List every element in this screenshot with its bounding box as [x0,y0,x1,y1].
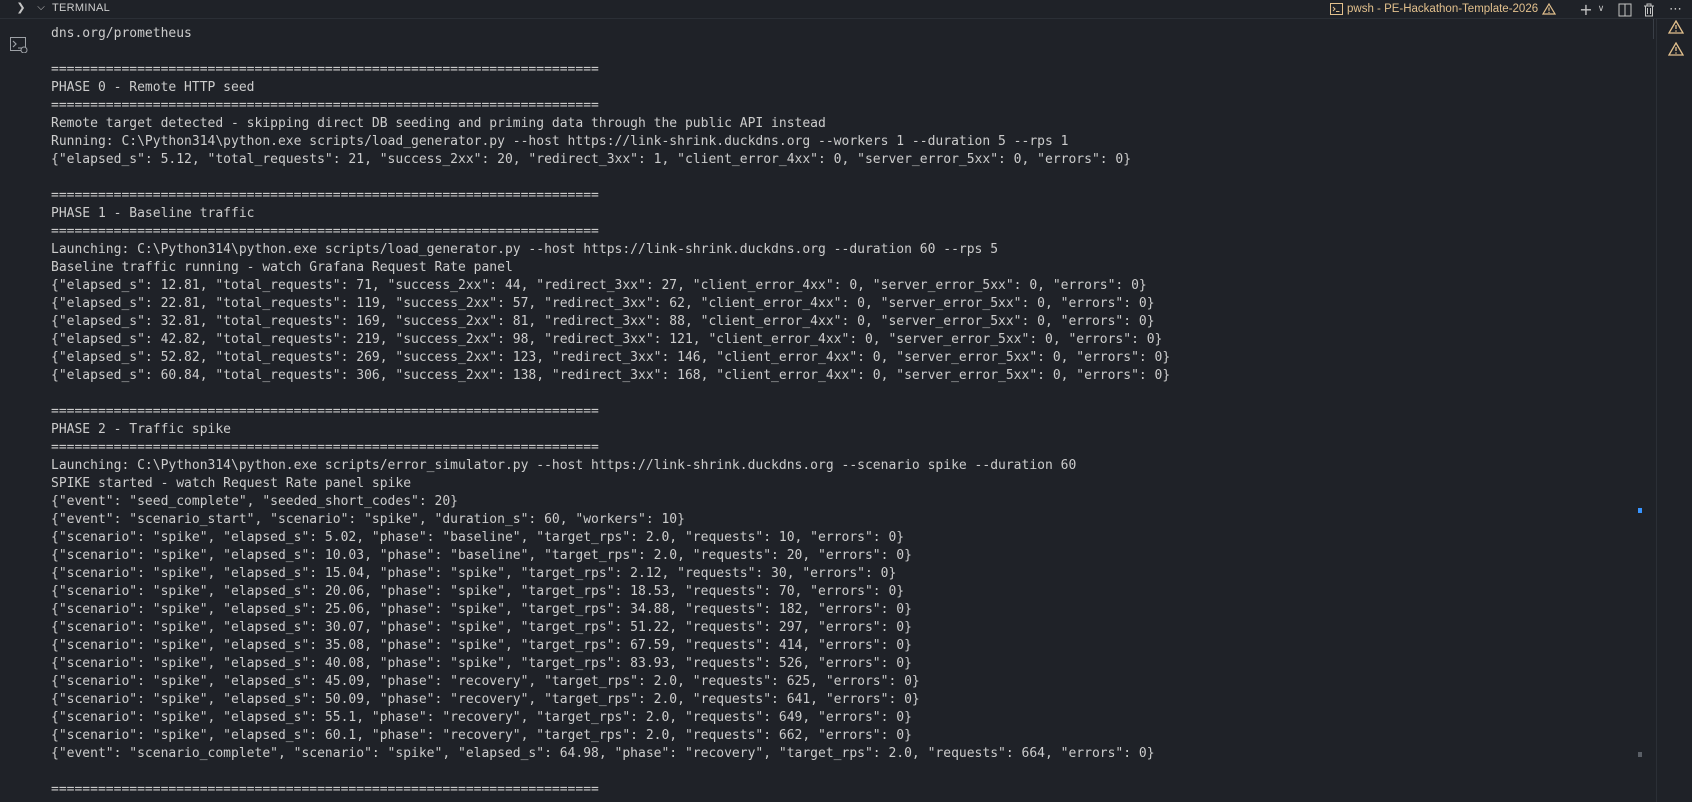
terminal-line: ========================================… [51,782,599,797]
terminal-line: PHASE 0 - Remote HTTP seed [51,80,255,95]
terminal-line: {"event": "scenario_start", "scenario": … [51,512,685,527]
terminal-line: {"elapsed_s": 60.84, "total_requests": 3… [51,368,1171,383]
terminal-line: Baseline traffic running - watch Grafana… [51,260,513,275]
panel-title[interactable]: TERMINAL [52,1,110,15]
terminal-line: ========================================… [51,440,599,455]
scrollbar-thumb[interactable] [1653,19,1654,39]
terminal-line: {"elapsed_s": 22.81, "total_requests": 1… [51,296,1155,311]
terminal-line: ========================================… [51,404,599,419]
terminal-shell-icon[interactable] [10,37,28,53]
panel-title-bar: ❯ ⌵ TERMINAL pwsh - PE-Hackathon-Templat… [0,0,1692,19]
terminal-line: {"scenario": "spike", "elapsed_s": 25.06… [51,602,912,617]
terminal-line: {"elapsed_s": 42.82, "total_requests": 2… [51,332,1163,347]
terminal-line: {"elapsed_s": 5.12, "total_requests": 21… [51,152,1132,167]
terminal-line: Launching: C:\Python314\python.exe scrip… [51,242,999,257]
terminal-line: ========================================… [51,62,599,77]
warning-icon [1542,3,1557,15]
terminal-line: Remote target detected - skipping direct… [51,116,826,131]
terminal-tabs-strip [1656,19,1692,802]
terminal-line: SPIKE started - watch Request Rate panel… [51,476,412,491]
terminal-line: Running: C:\Python314\python.exe scripts… [51,134,1069,149]
terminal-line: {"elapsed_s": 32.81, "total_requests": 1… [51,314,1155,329]
terminal-line: {"scenario": "spike", "elapsed_s": 55.1,… [51,710,912,725]
terminal-line: {"scenario": "spike", "elapsed_s": 20.06… [51,584,905,599]
left-gutter [0,19,34,802]
ellipsis-icon[interactable]: ⋯ [1667,0,1683,18]
active-terminal-tab[interactable]: pwsh - PE-Hackathon-Template-2026 [1330,1,1557,17]
terminal-line: {"event": "seed_complete", "seeded_short… [51,494,458,509]
terminal-line: {"event": "scenario_complete", "scenario… [51,746,1155,761]
warning-icon[interactable] [1668,20,1684,34]
terminal-line: PHASE 1 - Baseline traffic [51,206,255,221]
terminal-line: {"elapsed_s": 12.81, "total_requests": 7… [51,278,1147,293]
terminal-line: {"scenario": "spike", "elapsed_s": 45.09… [51,674,920,689]
chevron-down-icon[interactable]: ∨ [1593,0,1609,18]
terminal-output[interactable]: dns.org/prometheus ======================… [51,25,1631,802]
terminal-line: {"scenario": "spike", "elapsed_s": 50.09… [51,692,920,707]
trash-icon[interactable] [1641,1,1657,19]
terminal-line: {"scenario": "spike", "elapsed_s": 5.02,… [51,530,905,545]
split-icon[interactable] [1617,1,1633,19]
scroll-marker [1638,508,1642,513]
terminal-line: PHASE 2 - Traffic spike [51,422,232,437]
terminal-line: ========================================… [51,188,599,203]
chevron-right-icon[interactable]: ❯ [14,0,28,18]
terminal-line: {"scenario": "spike", "elapsed_s": 10.03… [51,548,912,563]
warning-icon[interactable] [1668,42,1684,56]
terminal-line: {"scenario": "spike", "elapsed_s": 40.08… [51,656,912,671]
terminal-panel: ❯ ⌵ TERMINAL pwsh - PE-Hackathon-Templat… [0,0,1692,802]
terminal-line: ========================================… [51,224,599,239]
scroll-marker [1638,752,1642,757]
terminal-line: Launching: C:\Python314\python.exe scrip… [51,458,1077,473]
plus-icon[interactable]: + [1578,0,1594,19]
terminal-line: {"scenario": "spike", "elapsed_s": 15.04… [51,566,897,581]
terminal-line: {"scenario": "spike", "elapsed_s": 35.08… [51,638,912,653]
terminal-line: {"scenario": "spike", "elapsed_s": 30.07… [51,620,912,635]
terminal-line: ========================================… [51,98,599,113]
active-terminal-label: pwsh - PE-Hackathon-Template-2026 [1347,3,1539,15]
chevron-down-icon[interactable]: ⌵ [34,0,48,18]
terminal-line: {"elapsed_s": 52.82, "total_requests": 2… [51,350,1171,365]
terminal-line: dns.org/prometheus [51,26,192,41]
terminal-line: {"scenario": "spike", "elapsed_s": 60.1,… [51,728,912,743]
terminal-shell-icon [1330,3,1343,15]
scrollbar[interactable] [1632,19,1646,802]
